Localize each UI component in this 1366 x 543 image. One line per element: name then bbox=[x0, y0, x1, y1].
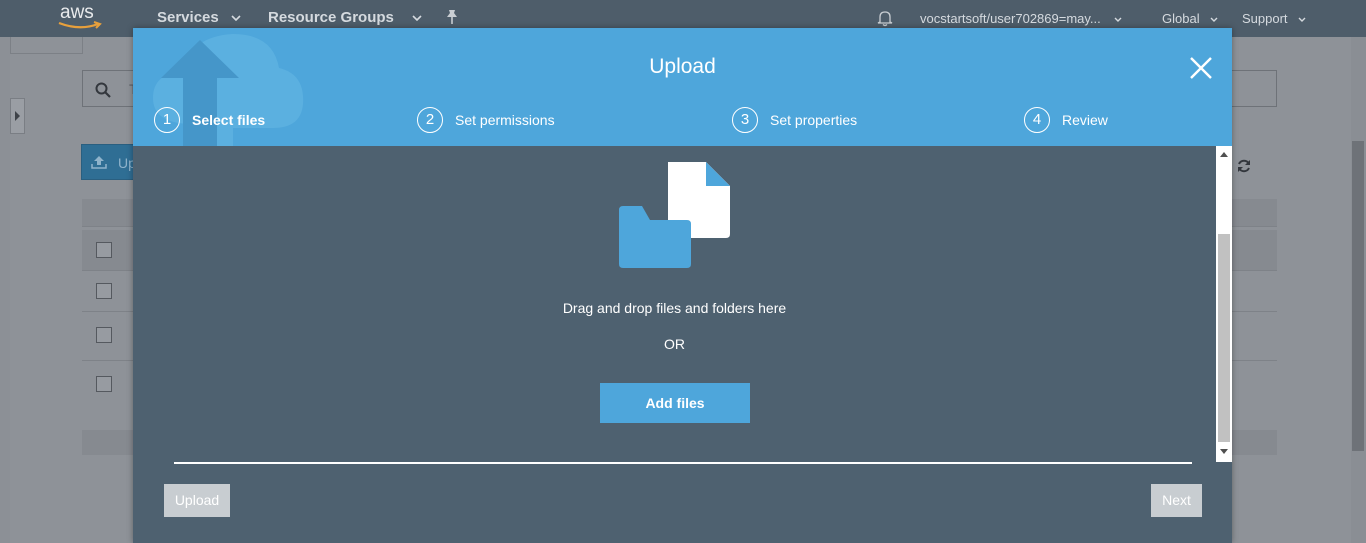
support-label: Support bbox=[1242, 11, 1288, 26]
step-label: Set permissions bbox=[455, 112, 555, 128]
row-checkbox[interactable] bbox=[96, 283, 112, 299]
chevron-right-icon bbox=[15, 111, 20, 121]
account-label: vocstartsoft/user702869=may... bbox=[920, 11, 1101, 26]
divider bbox=[174, 462, 1192, 464]
step-number: 2 bbox=[417, 107, 443, 133]
row-checkbox[interactable] bbox=[96, 327, 112, 343]
chevron-down-icon bbox=[231, 15, 241, 22]
modal-scrollbar[interactable] bbox=[1216, 146, 1232, 462]
resource-groups-menu[interactable]: Resource Groups bbox=[268, 9, 422, 26]
page-scrollbar-thumb[interactable] bbox=[1352, 141, 1364, 451]
chevron-down-icon bbox=[1298, 17, 1306, 23]
next-button[interactable]: Next bbox=[1151, 484, 1202, 517]
region-label: Global bbox=[1162, 11, 1200, 26]
aws-logo[interactable]: aws bbox=[58, 2, 104, 32]
step-label: Set properties bbox=[770, 112, 858, 128]
row-checkbox[interactable] bbox=[96, 376, 112, 392]
close-icon[interactable] bbox=[1188, 55, 1214, 81]
account-menu[interactable]: vocstartsoft/user702869=may... bbox=[920, 11, 1122, 26]
region-menu[interactable]: Global bbox=[1162, 11, 1218, 26]
background-tab bbox=[10, 37, 83, 54]
or-separator: OR bbox=[664, 336, 685, 352]
pin-icon[interactable] bbox=[445, 9, 459, 25]
upload-modal: Upload 1 Select files 2 Set permissions … bbox=[133, 28, 1232, 543]
step-number: 1 bbox=[154, 107, 180, 133]
drop-instructions: Drag and drop files and folders here bbox=[562, 300, 787, 316]
scroll-down-icon[interactable] bbox=[1220, 449, 1228, 455]
background-upload-button[interactable]: Up bbox=[81, 144, 141, 180]
support-menu[interactable]: Support bbox=[1242, 11, 1306, 26]
step-label: Review bbox=[1062, 112, 1108, 128]
step-number: 3 bbox=[732, 107, 758, 133]
bell-icon[interactable] bbox=[876, 9, 894, 27]
file-folder-icon bbox=[619, 162, 730, 268]
modal-header: Upload 1 Select files 2 Set permissions … bbox=[133, 28, 1232, 146]
aws-smile-icon bbox=[58, 21, 102, 29]
services-menu[interactable]: Services bbox=[157, 9, 241, 26]
step-label: Select files bbox=[192, 112, 266, 128]
refresh-icon[interactable] bbox=[1236, 158, 1252, 174]
chevron-down-icon bbox=[1114, 17, 1122, 23]
scroll-up-icon[interactable] bbox=[1220, 151, 1228, 157]
modal-title: Upload bbox=[649, 55, 716, 78]
upload-button[interactable]: Upload bbox=[164, 484, 230, 517]
step-number: 4 bbox=[1024, 107, 1050, 133]
resource-groups-label: Resource Groups bbox=[268, 9, 394, 26]
modal-scrollbar-thumb[interactable] bbox=[1218, 234, 1230, 442]
drop-zone[interactable]: Drag and drop files and folders here OR … bbox=[133, 146, 1232, 543]
page-scrollbar[interactable] bbox=[1351, 37, 1366, 543]
services-label: Services bbox=[157, 9, 219, 26]
chevron-down-icon bbox=[412, 15, 422, 22]
sidebar-toggle[interactable] bbox=[10, 98, 25, 134]
add-files-button[interactable]: Add files bbox=[600, 383, 750, 423]
upload-icon bbox=[91, 156, 107, 169]
row-checkbox[interactable] bbox=[96, 242, 112, 258]
search-icon bbox=[95, 82, 111, 98]
chevron-down-icon bbox=[1210, 17, 1218, 23]
